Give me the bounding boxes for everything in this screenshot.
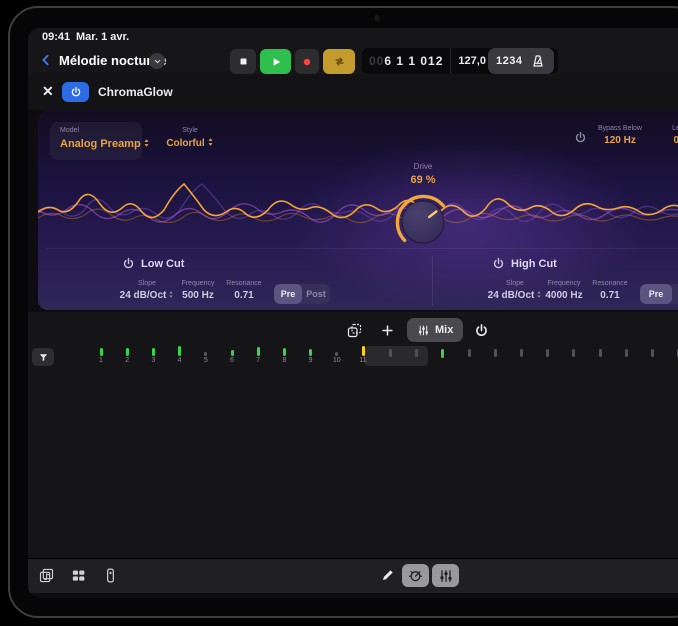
high-cut-power-icon[interactable] [492,257,505,270]
back-chevron-icon[interactable] [39,53,53,67]
bypass-power-icon[interactable] [574,131,587,144]
model-selector[interactable]: Model Analog Preamp [50,122,142,160]
model-value: Analog Preamp [60,138,150,150]
updown-icon [207,137,214,147]
status-time: 09:41 [42,31,70,43]
play-button[interactable] [260,49,291,74]
fader-view-icon[interactable] [102,567,119,584]
cycle-button[interactable] [323,49,355,74]
drive-value: 69 % [410,174,435,186]
high-cut-title: High Cut [511,258,557,270]
low-cut-resonance[interactable]: Resonance 0.71 [222,280,266,301]
controls-view-button[interactable] [402,564,429,587]
level-control[interactable]: Level 0.0 [653,125,678,146]
plugin-divider [46,248,678,249]
drive-label: Drive [414,162,433,171]
front-camera [374,15,380,21]
pre-button[interactable]: Pre [274,284,302,304]
screen: 09:41 Mar. 1 avr. Mélodie nocturne 006 1… [28,28,678,598]
pencil-icon[interactable] [380,567,396,583]
updown-icon [168,290,174,299]
style-selector[interactable]: Style Colorful [158,127,222,149]
level-value: 0.0 [674,135,678,146]
low-cut-frequency[interactable]: Frequency 500 Hz [176,280,220,301]
style-label: Style [182,127,198,134]
low-cut-title: Low Cut [141,258,184,270]
channel-strips: 0,0 -9,3 061218243545 M S Drummer 1 0,0 [28,312,678,558]
loop-browser-icon[interactable] [38,567,55,584]
mixer-panel: Mix 1234567891011 0,0 -9,3 061218243545 … [28,312,678,558]
post-button[interactable]: Post [672,284,678,304]
low-cut-power-icon[interactable] [122,257,135,270]
plugin-power-button[interactable] [62,82,89,102]
bypass-label: Bypass Below [598,125,642,132]
high-cut-pre-post: Pre Post [640,284,678,304]
plugin-tiles-icon[interactable] [70,567,87,584]
plugin-name: ChromaGlow [98,85,173,99]
pre-button[interactable]: Pre [640,284,672,304]
level-label: Level [672,125,678,132]
lcd-position-dim: 00 [369,54,384,68]
ipad-device: 09:41 Mar. 1 avr. Mélodie nocturne 006 1… [8,6,678,618]
bypass-value: 120 Hz [604,135,636,146]
count-in-button[interactable]: 1234 [496,55,522,67]
drive-knob[interactable] [393,192,453,252]
waveform-display [38,162,678,262]
metronome-icon[interactable] [530,53,546,69]
record-button[interactable] [295,49,319,74]
lcd-position: 006 1 1 012 [362,48,451,74]
style-value: Colorful [166,137,213,149]
high-cut-resonance[interactable]: Resonance 0.71 [588,280,632,301]
chromaglow-panel: Model Analog Preamp Style Colorful Bypas… [38,110,678,310]
section-divider [432,256,433,306]
high-cut-slope[interactable]: Slope 24 dB/Oct [490,280,540,301]
mixer-view-button[interactable] [432,564,459,587]
low-cut-pre-post: Pre Post [274,284,330,304]
bypass-below-control[interactable]: Bypass Below 120 Hz [590,125,650,146]
updown-icon [143,138,150,148]
post-button[interactable]: Post [302,284,330,304]
drive-readout: Drive 69 % [393,162,453,186]
low-cut-slope[interactable]: Slope 24 dB/Oct [122,280,172,301]
plugin-header: ✕ ChromaGlow [28,74,678,110]
count-in-group: 1234 [488,48,554,74]
stop-button[interactable] [230,49,256,74]
high-cut-frequency[interactable]: Frequency 4000 Hz [542,280,586,301]
bottom-bar [28,558,678,593]
song-menu-button[interactable] [149,53,165,69]
model-label: Model [60,127,79,134]
status-date: Mar. 1 avr. [76,31,129,43]
lcd-position-value: 6 1 1 012 [384,54,443,68]
close-icon[interactable]: ✕ [42,83,54,100]
